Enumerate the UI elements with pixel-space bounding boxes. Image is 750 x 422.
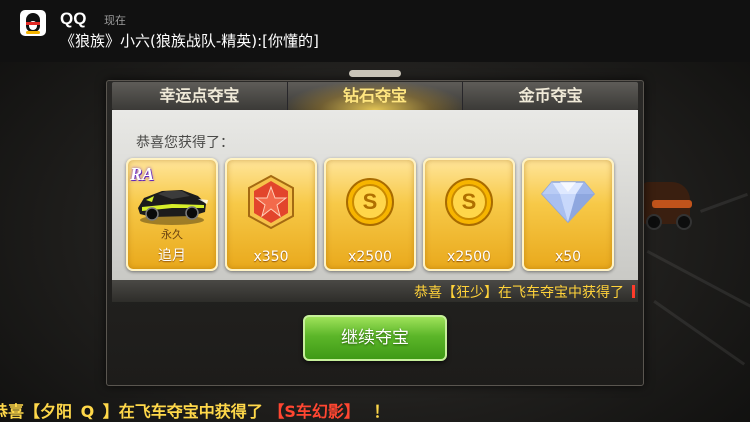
panel-drag-handle[interactable] — [349, 70, 401, 77]
bottom-ticker-end: ！ — [373, 402, 390, 421]
reward-label: 追月 — [158, 248, 186, 264]
reward-card-diamond[interactable]: x50 — [522, 158, 614, 271]
diamond-icon — [541, 181, 595, 224]
road-stripe-decoration — [700, 192, 749, 213]
notification-time: 现在 — [104, 14, 126, 27]
reward-card-medal[interactable]: x350 — [225, 158, 317, 271]
bottom-ticker-item: 【S车幻影】 — [268, 402, 360, 421]
ticker-text: 恭喜【狂少】在飞车夺宝中获得了 — [414, 285, 624, 301]
ticker-highlight — [632, 285, 635, 298]
congrats-text: 恭喜您获得了： — [136, 135, 234, 151]
reward-label: x2500 — [447, 249, 491, 265]
reward-card-coin[interactable]: S x2500 — [324, 158, 416, 271]
reward-label: x2500 — [348, 249, 392, 265]
qq-app-icon — [20, 10, 46, 36]
red-star-medal-icon — [248, 174, 294, 230]
tab-diamond[interactable]: 钻石夺宝 — [287, 82, 464, 110]
tab-gold-coin[interactable]: 金币夺宝 — [463, 82, 638, 110]
notification-banner[interactable]: QQ 现在 《狼族》小六(狼族战队-精英):[你懂的] — [0, 0, 750, 62]
reward-card-coin[interactable]: S x2500 — [423, 158, 515, 271]
race-car-icon — [138, 190, 208, 225]
bottom-ticker-part: 恭喜【夕阳 — [0, 402, 73, 421]
reward-label: x50 — [554, 249, 582, 265]
road-stripe-decoration — [646, 250, 750, 309]
notification-app-name: QQ — [60, 9, 87, 28]
tab-lucky-points[interactable]: 幸运点夺宝 — [112, 82, 288, 110]
gold-coin-icon: S — [346, 178, 394, 226]
reward-content: 恭喜您获得了： RA 永久 追月 x350 S x2500 S x2500 x5… — [112, 110, 638, 280]
background-car-wheel — [676, 214, 692, 230]
gold-coin-icon: S — [445, 178, 493, 226]
svg-text:S: S — [363, 189, 378, 214]
broadcast-ticker: 恭喜【狂少】在飞车夺宝中获得了 — [112, 280, 638, 302]
continue-treasure-button[interactable]: 继续夺宝 — [303, 315, 447, 361]
tab-bar: 幸运点夺宝 钻石夺宝 金币夺宝 — [112, 82, 638, 110]
bottom-broadcast-ticker: 恭喜【夕阳 Q 】在飞车夺宝中获得了 【S车幻影】 ！ — [0, 398, 390, 422]
background-car-wheel — [646, 214, 662, 230]
background-car-stripe — [652, 200, 692, 208]
bottom-ticker-part: Q — [80, 402, 95, 421]
notification-message: 《狼族》小六(狼族战队-精英):[你懂的] — [60, 32, 319, 50]
svg-text:S: S — [462, 189, 477, 214]
reward-duration: 永久 — [161, 228, 183, 241]
reward-label: x350 — [253, 249, 289, 265]
road-stripe-decoration — [653, 300, 746, 366]
bottom-ticker-part: 】在飞车夺宝中获得了 — [102, 402, 263, 421]
reward-card-car[interactable]: RA 永久 追月 — [126, 158, 218, 271]
